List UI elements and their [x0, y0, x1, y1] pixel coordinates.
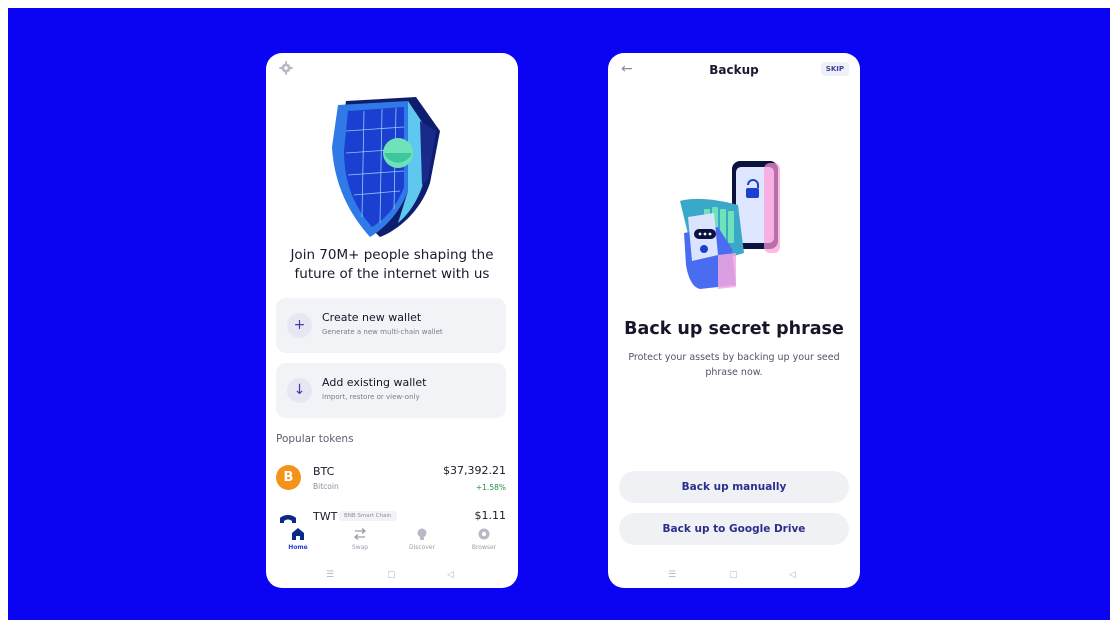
back-nav-icon[interactable]: ◁: [447, 570, 454, 580]
tab-swap[interactable]: Swap: [335, 527, 385, 551]
add-wallet-title: Add existing wallet: [322, 376, 427, 389]
home-icon: [292, 528, 304, 540]
plus-icon: +: [287, 313, 312, 338]
skip-button[interactable]: SKIP: [820, 62, 849, 76]
token-symbol: TWT: [313, 510, 338, 523]
tab-label: Browser: [471, 544, 497, 551]
token-name: Bitcoin: [313, 482, 339, 491]
tab-discover[interactable]: Discover: [397, 527, 447, 551]
arrow-down-icon: ↓: [287, 378, 312, 403]
home-nav-icon[interactable]: ▢: [387, 570, 396, 580]
onboarding-screen: Join 70M+ people shaping the future of t…: [266, 53, 518, 588]
recent-apps-icon[interactable]: ☰: [326, 570, 334, 580]
token-row-btc[interactable]: B BTC Bitcoin $37,392.21 +1.58%: [276, 461, 506, 497]
back-up-manually-button[interactable]: Back up manually: [619, 471, 849, 503]
token-change: +1.58%: [475, 483, 506, 492]
create-wallet-subtitle: Generate a new multi-chain wallet: [322, 328, 443, 336]
add-existing-wallet-button[interactable]: ↓ Add existing wallet Import, restore or…: [276, 363, 506, 418]
swap-icon: [353, 528, 367, 540]
shield-illustration: [332, 97, 440, 237]
backup-heading: Back up secret phrase: [624, 319, 844, 339]
system-navigation-bar: ☰ ▢ ◁: [608, 564, 860, 588]
discover-icon: [417, 528, 427, 540]
settings-gear-icon[interactable]: [279, 61, 293, 75]
popular-tokens-label: Popular tokens: [276, 433, 354, 445]
onboarding-headline: Join 70M+ people shaping the future of t…: [290, 247, 494, 282]
backup-description: Protect your assets by backing up your s…: [628, 352, 840, 378]
recent-apps-icon[interactable]: ☰: [668, 570, 676, 580]
token-symbol: BTC: [313, 465, 335, 478]
token-price: $37,392.21: [443, 464, 506, 477]
browser-icon: [478, 528, 490, 540]
back-up-google-drive-button[interactable]: Back up to Google Drive: [619, 513, 849, 545]
bitcoin-icon: B: [276, 465, 301, 490]
tab-home[interactable]: Home: [273, 527, 323, 551]
home-nav-icon[interactable]: ▢: [729, 570, 738, 580]
tab-label: Swap: [351, 544, 369, 551]
chain-badge: BNB Smart Chain: [339, 511, 397, 521]
tab-browser[interactable]: Browser: [459, 527, 509, 551]
phone-wallet-illustration: [680, 161, 780, 289]
tab-label: Discover: [408, 544, 436, 551]
token-price: $1.11: [474, 509, 507, 522]
add-wallet-subtitle: Import, restore or view-only: [322, 393, 420, 401]
back-nav-icon[interactable]: ◁: [789, 570, 796, 580]
create-wallet-title: Create new wallet: [322, 311, 422, 324]
system-navigation-bar: ☰ ▢ ◁: [266, 564, 518, 588]
bottom-tab-bar: Home Swap Discover Browser: [266, 523, 518, 565]
stage-background: Join 70M+ people shaping the future of t…: [8, 8, 1110, 620]
create-new-wallet-button[interactable]: + Create new wallet Generate a new multi…: [276, 298, 506, 353]
tab-label: Home: [288, 544, 308, 551]
backup-screen: ← Backup SKIP Back up secret phrase Prot…: [608, 53, 860, 588]
